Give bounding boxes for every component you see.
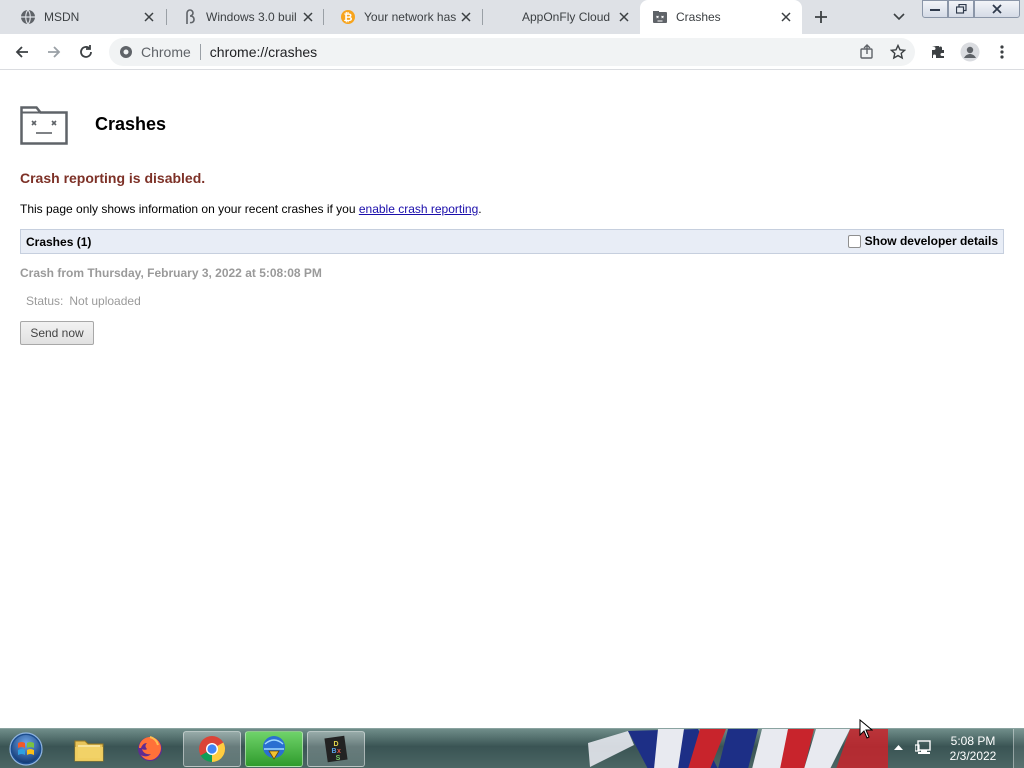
profile-button[interactable] xyxy=(956,38,984,66)
page-content: Crashes Crash reporting is disabled. Thi… xyxy=(0,71,1024,728)
bitcoin-icon: ₿ xyxy=(340,9,356,25)
taskbar-chrome[interactable] xyxy=(183,731,241,767)
developer-details-checkbox[interactable] xyxy=(847,234,861,248)
status-value: Not uploaded xyxy=(69,294,141,308)
taskbar-clock[interactable]: 5:08 PM 2/3/2022 xyxy=(938,734,1008,764)
developer-details-label: Show developer details xyxy=(864,234,998,248)
enable-crash-reporting-link[interactable]: enable crash reporting xyxy=(359,202,478,216)
clock-time: 5:08 PM xyxy=(950,734,996,748)
page-title: Crashes xyxy=(95,114,167,134)
tab-your-network[interactable]: ₿ Your network has xyxy=(320,0,482,34)
minimize-button[interactable] xyxy=(922,0,948,18)
tab-strip: MSDN Windows 3.0 buil ₿ Your network has… xyxy=(0,0,1024,34)
reload-button[interactable] xyxy=(72,38,100,66)
explorer-icon xyxy=(73,735,105,763)
site-chip: Chrome xyxy=(141,44,191,60)
tab-title: MSDN xyxy=(44,10,80,24)
forward-button[interactable] xyxy=(40,38,68,66)
tab-crashes[interactable]: Crashes xyxy=(640,0,802,34)
taskbar-download-manager[interactable] xyxy=(245,731,303,767)
svg-text:S: S xyxy=(336,755,341,762)
browser-toolbar: Chrome chrome://crashes xyxy=(0,34,1024,70)
svg-text:₿: ₿ xyxy=(344,12,353,24)
tab-search-button[interactable] xyxy=(889,8,909,26)
taskbar-explorer[interactable] xyxy=(60,731,118,767)
globe-icon xyxy=(20,9,36,25)
address-bar[interactable]: Chrome chrome://crashes xyxy=(109,38,915,66)
crash-page-icon xyxy=(652,9,668,25)
chrome-logo-icon xyxy=(119,45,133,59)
send-now-button[interactable]: Send now xyxy=(20,321,94,345)
crashes-header: Crashes (1) Show developer details xyxy=(20,229,1004,254)
info-text-suffix: . xyxy=(478,202,482,216)
show-desktop-button[interactable] xyxy=(1013,729,1024,768)
crashes-count-heading: Crashes (1) xyxy=(26,234,92,249)
tab-windows-3-0[interactable]: Windows 3.0 buil xyxy=(162,0,324,34)
close-window-button[interactable] xyxy=(974,0,1020,18)
close-tab-icon[interactable] xyxy=(300,9,316,25)
close-tab-icon[interactable] xyxy=(141,9,157,25)
address-separator xyxy=(199,44,201,60)
taskbar-firefox[interactable] xyxy=(121,731,179,767)
tab-apponfly[interactable]: AppOnFly Cloud xyxy=(478,0,640,34)
blank-icon xyxy=(498,9,514,25)
taskbar-dosbox[interactable]: DBxS xyxy=(307,731,365,767)
close-tab-icon[interactable] xyxy=(778,9,794,25)
svg-text:B: B xyxy=(331,748,336,755)
crash-entry-title: Crash from Thursday, February 3, 2022 at… xyxy=(20,266,322,280)
crash-reporting-disabled-message: Crash reporting is disabled. xyxy=(20,170,206,186)
tab-title: Windows 3.0 buil xyxy=(206,10,297,24)
svg-text:x: x xyxy=(337,748,341,755)
dosbox-icon: DBxS xyxy=(321,734,351,764)
firefox-icon xyxy=(135,734,165,764)
info-text-prefix: This page only shows information on your… xyxy=(20,202,359,216)
network-icon[interactable] xyxy=(915,740,933,756)
tab-title: AppOnFly Cloud xyxy=(522,10,611,24)
chrome-icon xyxy=(197,734,227,764)
show-hidden-icons-icon[interactable] xyxy=(894,744,903,751)
puzzle-icon xyxy=(930,44,946,60)
back-button[interactable] xyxy=(8,38,36,66)
start-button[interactable] xyxy=(6,731,46,767)
tab-title: Crashes xyxy=(676,10,721,24)
tab-title: Your network has xyxy=(364,10,457,24)
restore-button[interactable] xyxy=(948,0,974,18)
show-developer-details-toggle[interactable]: Show developer details xyxy=(847,234,998,248)
url-text[interactable]: chrome://crashes xyxy=(210,44,317,60)
kebab-menu-icon xyxy=(1000,45,1004,59)
status-label: Status: xyxy=(26,294,64,308)
chrome-menu-button[interactable] xyxy=(988,38,1016,66)
close-tab-icon[interactable] xyxy=(616,9,632,25)
close-tab-icon[interactable] xyxy=(458,9,474,25)
bookmark-star-icon[interactable] xyxy=(890,44,906,60)
mouse-cursor-icon xyxy=(859,719,873,739)
avatar-icon xyxy=(960,42,980,62)
clock-date: 2/3/2022 xyxy=(949,749,997,763)
wallpaper-decoration xyxy=(588,729,888,768)
sad-folder-icon xyxy=(20,103,68,145)
beta-icon xyxy=(182,9,198,25)
share-icon[interactable] xyxy=(859,44,875,60)
crash-status: Status: Not uploaded xyxy=(26,294,141,308)
new-tab-button[interactable] xyxy=(810,7,832,27)
extensions-button[interactable] xyxy=(924,38,952,66)
internet-download-manager-icon xyxy=(259,734,289,764)
info-text: This page only shows information on your… xyxy=(20,202,482,216)
svg-text:D: D xyxy=(333,741,338,748)
tab-msdn[interactable]: MSDN xyxy=(0,0,165,34)
